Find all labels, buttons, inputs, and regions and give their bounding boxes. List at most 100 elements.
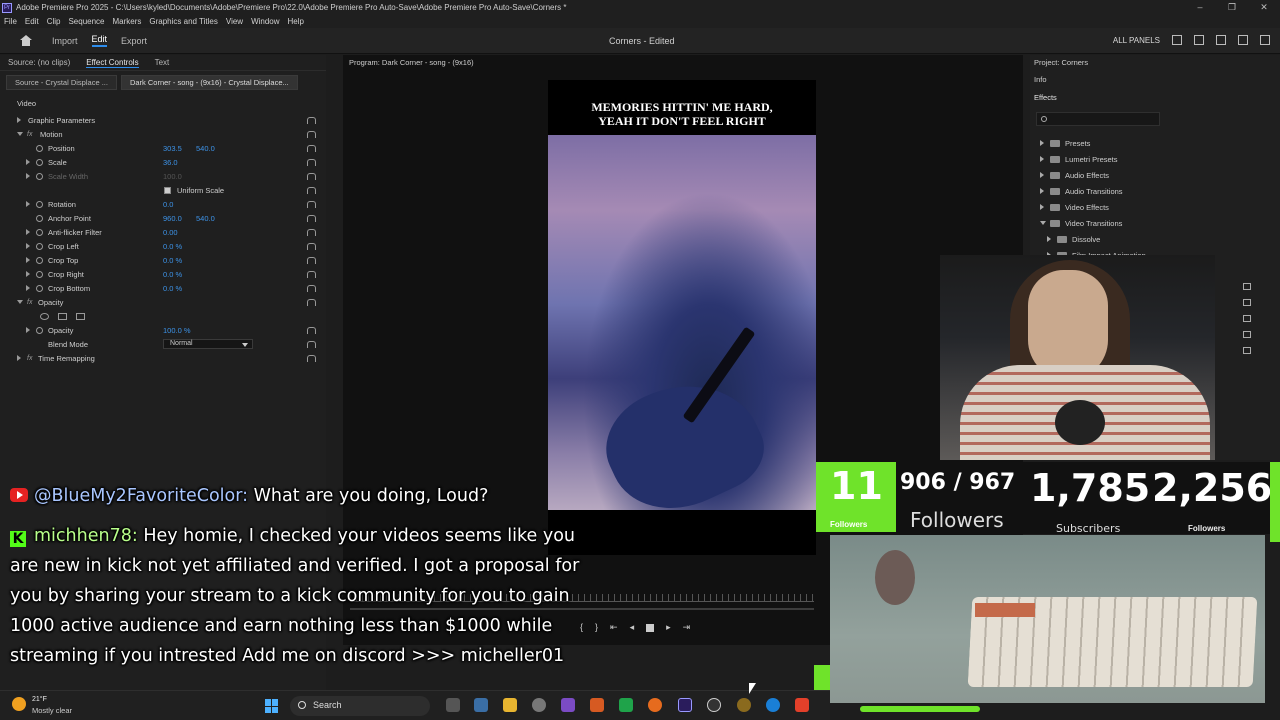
fullscreen-icon[interactable] [1260, 35, 1270, 45]
effects-tree-item[interactable]: Video Transitions [1034, 216, 1274, 230]
stopwatch-icon[interactable] [36, 228, 43, 236]
reset-icon[interactable] [307, 354, 316, 362]
mark-out-icon[interactable]: } [595, 622, 598, 633]
info-tab[interactable]: Info [1034, 75, 1047, 84]
task-view-icon[interactable] [446, 698, 460, 712]
tab-source[interactable]: Source: (no clips) [8, 58, 70, 67]
reset-icon[interactable] [307, 186, 316, 194]
effect-row-rotation[interactable]: Rotation 0.0 [0, 197, 320, 211]
tab-text[interactable]: Text [155, 58, 170, 67]
reset-icon[interactable] [307, 256, 316, 264]
tab-import[interactable]: Import [52, 36, 78, 46]
reset-icon[interactable] [307, 284, 316, 292]
subtab-source-clip[interactable]: Source - Crystal Displace ... [6, 75, 117, 90]
reset-icon[interactable] [307, 144, 316, 152]
expand-arrow-icon[interactable] [26, 271, 30, 277]
panel-layout-icon[interactable] [1172, 35, 1182, 45]
menu-graphics[interactable]: Graphics and Titles [149, 17, 217, 26]
menu-edit[interactable]: Edit [25, 17, 39, 26]
effect-value[interactable]: 0.0 % [163, 256, 182, 265]
effects-tree-item[interactable]: Video Effects [1034, 200, 1274, 214]
effect-value[interactable]: 0.0 [163, 200, 173, 209]
step-forward-icon[interactable]: ▸ [666, 622, 671, 633]
sheets-icon[interactable] [619, 698, 633, 712]
subtab-sequence-clip[interactable]: Dark Corner - song - (9x16) - Crystal Di… [120, 75, 298, 90]
fx-badge-icon[interactable]: fx [27, 299, 32, 306]
battlenet-icon[interactable] [766, 698, 780, 712]
effects-tree-item[interactable]: Presets [1034, 136, 1274, 150]
effect-value[interactable]: 0.00 [163, 228, 178, 237]
effect-row-position[interactable]: Position 303.5 540.0 [0, 141, 320, 155]
reset-icon[interactable] [307, 158, 316, 166]
stopwatch-icon[interactable] [36, 242, 43, 250]
menu-view[interactable]: View [226, 17, 243, 26]
effect-value[interactable]: 960.0 [163, 214, 182, 223]
expand-arrow-icon[interactable] [1040, 221, 1046, 225]
effects-tab[interactable]: Effects [1034, 93, 1057, 102]
stopwatch-icon[interactable] [36, 214, 43, 222]
minimize-button[interactable]: – [1184, 2, 1216, 13]
effect-row-uniform-scale[interactable]: Uniform Scale [0, 183, 320, 197]
effects-tree-item[interactable]: Dissolve [1034, 232, 1274, 246]
expand-arrow-icon[interactable] [1040, 156, 1044, 162]
effect-row-anchor-point[interactable]: Anchor Point 960.0 540.0 [0, 211, 320, 225]
stopwatch-icon[interactable] [36, 256, 43, 264]
brave-icon[interactable] [795, 698, 809, 712]
expand-arrow-icon[interactable] [17, 117, 21, 123]
stop-icon[interactable] [646, 624, 655, 632]
reset-icon[interactable] [307, 326, 316, 334]
expand-arrow-icon[interactable] [26, 285, 30, 291]
effect-row-opacity[interactable]: fx Opacity [0, 295, 320, 309]
expand-arrow-icon[interactable] [1040, 188, 1044, 194]
effect-row-crop-top[interactable]: Crop Top 0.0 % [0, 253, 320, 267]
menu-markers[interactable]: Markers [113, 17, 142, 26]
expand-arrow-icon[interactable] [1047, 236, 1051, 242]
reset-icon[interactable] [307, 270, 316, 278]
reset-icon[interactable] [307, 116, 316, 124]
visual-studio-icon[interactable] [561, 698, 575, 712]
effect-value[interactable]: 303.5 [163, 144, 182, 153]
program-tab[interactable]: Program: Dark Corner - song - (9x16) [349, 58, 474, 67]
menu-clip[interactable]: Clip [47, 17, 61, 26]
reset-icon[interactable] [307, 214, 316, 222]
pen-mask-icon[interactable] [76, 312, 85, 320]
firefox-icon[interactable] [648, 698, 662, 712]
expand-arrow-icon[interactable] [1040, 140, 1044, 146]
effect-row-anti-flicker-filter[interactable]: Anti-flicker Filter 0.00 [0, 225, 320, 239]
stopwatch-icon[interactable] [36, 326, 43, 334]
share-icon[interactable] [1194, 35, 1204, 45]
effect-row-blend-mode[interactable]: Blend Mode Normal [0, 337, 320, 351]
effect-value[interactable]: 0.0 % [163, 284, 182, 293]
reset-icon[interactable] [307, 298, 316, 306]
stopwatch-icon[interactable] [36, 270, 43, 278]
effect-value[interactable]: 540.0 [196, 144, 215, 153]
menu-help[interactable]: Help [288, 17, 304, 26]
all-panels-button[interactable]: ALL PANELS [1113, 36, 1160, 45]
uniform-scale-checkbox[interactable] [164, 186, 171, 194]
stopwatch-icon[interactable] [36, 144, 43, 152]
effects-search-input[interactable] [1036, 112, 1160, 126]
tab-export[interactable]: Export [121, 36, 147, 46]
reset-icon[interactable] [307, 130, 316, 138]
go-to-out-icon[interactable]: ⇥ [683, 622, 691, 633]
office-icon[interactable] [590, 698, 604, 712]
stopwatch-icon[interactable] [36, 284, 43, 292]
effect-value[interactable]: 0.0 % [163, 242, 182, 251]
stopwatch-icon[interactable] [36, 158, 43, 166]
home-icon[interactable] [20, 35, 32, 46]
rect-mask-icon[interactable] [58, 312, 67, 320]
search-icon[interactable] [1238, 35, 1248, 45]
file-explorer-icon[interactable] [503, 698, 517, 712]
blend-mode-select[interactable]: Normal [163, 339, 253, 349]
effect-row-motion[interactable]: fx Motion [0, 127, 320, 141]
expand-arrow-icon[interactable] [17, 132, 23, 136]
effect-row-crop-right[interactable]: Crop Right 0.0 % [0, 267, 320, 281]
effect-row-crop-left[interactable]: Crop Left 0.0 % [0, 239, 320, 253]
effect-row-crop-bottom[interactable]: Crop Bottom 0.0 % [0, 281, 320, 295]
tab-effect-controls[interactable]: Effect Controls [86, 58, 139, 68]
expand-arrow-icon[interactable] [1040, 172, 1044, 178]
menu-sequence[interactable]: Sequence [68, 17, 104, 26]
calculator-icon[interactable] [474, 698, 488, 712]
reset-icon[interactable] [307, 228, 316, 236]
expand-arrow-icon[interactable] [26, 173, 30, 179]
